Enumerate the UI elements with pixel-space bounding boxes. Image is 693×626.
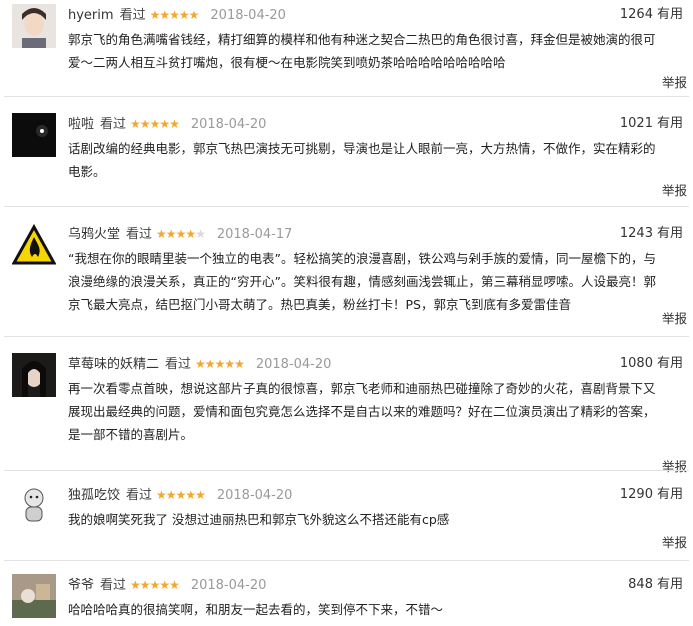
star-icon: ★ xyxy=(165,227,177,241)
report-link[interactable]: 举报 xyxy=(662,456,687,475)
review-date: 2018-04-20 xyxy=(190,117,267,132)
rating-stars: ★★★★★ xyxy=(149,8,200,22)
avatar[interactable] xyxy=(12,484,56,528)
star-icon: ★ xyxy=(178,8,190,22)
review-header: 乌鸦火堂 看过 ★★★★★ 2018-04-17 xyxy=(68,223,693,245)
report-link[interactable]: 举报 xyxy=(662,72,687,91)
star-icon: ★ xyxy=(139,117,151,131)
useful-count[interactable]: 1290 有用 xyxy=(620,484,683,506)
star-icon: ★ xyxy=(175,488,187,502)
useful-count[interactable]: 1243 有用 xyxy=(620,223,683,245)
divider xyxy=(4,206,689,207)
review-header: 啦啦 看过 ★★★★★ 2018-04-20 xyxy=(68,113,693,135)
star-icon: ★ xyxy=(149,578,161,592)
star-icon: ★ xyxy=(165,488,177,502)
star-icon: ★ xyxy=(159,8,170,22)
star-icon: ★ xyxy=(139,578,151,592)
rating-stars: ★★★★★ xyxy=(156,227,206,241)
username[interactable]: 独孤吃饺 xyxy=(68,488,120,503)
useful-count[interactable]: 1264 有用 xyxy=(620,4,683,26)
review-text: 哈哈哈哈真的很搞笑啊，和朋友一起去看的，笑到停不下来，不错～ xyxy=(68,602,444,617)
star-icon: ★ xyxy=(169,578,180,592)
star-icon: ★ xyxy=(195,488,206,502)
star-icon: ★ xyxy=(185,227,196,241)
star-icon: ★ xyxy=(185,488,196,502)
watched-label: 看过 xyxy=(100,578,127,593)
star-icon: ★ xyxy=(175,227,187,241)
warning-icon xyxy=(12,223,56,267)
rating-stars: ★★★★★ xyxy=(195,357,245,371)
star-icon: ★ xyxy=(159,117,170,131)
review-date: 2018-04-20 xyxy=(216,488,293,503)
star-icon: ★ xyxy=(130,578,141,592)
avatar[interactable] xyxy=(12,4,56,48)
watched-label: 看过 xyxy=(165,357,192,372)
report-link[interactable]: 举报 xyxy=(662,180,687,199)
avatar[interactable] xyxy=(12,574,56,618)
star-icon: ★ xyxy=(214,357,226,371)
divider xyxy=(4,470,689,471)
review-header: 独孤吃饺 看过 ★★★★★ 2018-04-20 xyxy=(68,484,693,506)
star-icon: ★ xyxy=(149,117,161,131)
avatar[interactable] xyxy=(12,223,56,267)
review-text: 郭京飞的角色满嘴省钱经，精打细算的模样和他有种迷之契合二热巴的角色很讨喜，拜金但… xyxy=(68,32,656,70)
username[interactable]: 啦啦 xyxy=(68,117,94,132)
star-icon: ★ xyxy=(156,488,167,502)
watched-label: 看过 xyxy=(119,8,146,23)
review-date: 2018-04-20 xyxy=(255,357,332,372)
rating-stars: ★★★★★ xyxy=(130,578,180,592)
username[interactable]: 爷爷 xyxy=(68,578,94,593)
watched-label: 看过 xyxy=(126,227,153,242)
avatar[interactable] xyxy=(12,353,56,397)
username[interactable]: 乌鸦火堂 xyxy=(68,227,120,242)
star-icon: ★ xyxy=(149,8,161,22)
review-date: 2018-04-17 xyxy=(216,227,293,242)
rating-stars: ★★★★★ xyxy=(156,488,206,502)
rating-stars: ★★★★★ xyxy=(130,117,180,131)
useful-count[interactable]: 1021 有用 xyxy=(620,113,683,135)
star-icon: ★ xyxy=(159,578,170,592)
review-text: “我想在你的眼睛里装一个独立的电表”。轻松搞笑的浪漫喜剧，铁公鸡与剁手族的爱情，… xyxy=(68,251,656,312)
star-icon: ★ xyxy=(169,8,180,22)
watched-label: 看过 xyxy=(100,117,127,132)
review-text: 再一次看零点首映，想说这部片子真的很惊喜，郭京飞老师和迪丽热巴碰撞除了奇妙的火花… xyxy=(68,381,656,442)
star-icon: ★ xyxy=(195,357,206,371)
star-icon: ★ xyxy=(195,227,206,241)
divider xyxy=(4,336,689,337)
review-header: 草莓味的妖精二 看过 ★★★★★ 2018-04-20 xyxy=(68,353,693,375)
star-icon: ★ xyxy=(169,117,180,131)
review-text: 话剧改编的经典电影，郭京飞热巴演技无可挑剔，导演也是让人眼前一亮，大方热情，不做… xyxy=(68,141,656,179)
star-icon: ★ xyxy=(204,357,216,371)
review-text: 我的娘啊笑死我了 没想过迪丽热巴和郭京飞外貌这么不搭还能有cp感 xyxy=(68,512,450,527)
review-date: 2018-04-20 xyxy=(190,578,267,593)
review-header: hyerim 看过 ★★★★★ 2018-04-20 xyxy=(68,4,693,26)
divider xyxy=(4,560,689,561)
star-icon: ★ xyxy=(156,227,167,241)
star-icon: ★ xyxy=(130,117,141,131)
useful-count[interactable]: 848 有用 xyxy=(628,574,683,596)
useful-count[interactable]: 1080 有用 xyxy=(620,353,683,375)
watched-label: 看过 xyxy=(126,488,153,503)
report-link[interactable]: 举报 xyxy=(662,532,687,551)
star-icon: ★ xyxy=(234,357,245,371)
review-header: 爷爷 看过 ★★★★★ 2018-04-20 xyxy=(68,574,693,596)
report-link[interactable]: 举报 xyxy=(662,308,687,327)
star-icon: ★ xyxy=(188,8,200,22)
review-date: 2018-04-20 xyxy=(210,8,286,23)
username[interactable]: 草莓味的妖精二 xyxy=(68,357,159,372)
star-icon: ★ xyxy=(224,357,235,371)
username[interactable]: hyerim xyxy=(68,8,114,23)
avatar[interactable] xyxy=(12,113,56,157)
divider xyxy=(4,96,689,97)
